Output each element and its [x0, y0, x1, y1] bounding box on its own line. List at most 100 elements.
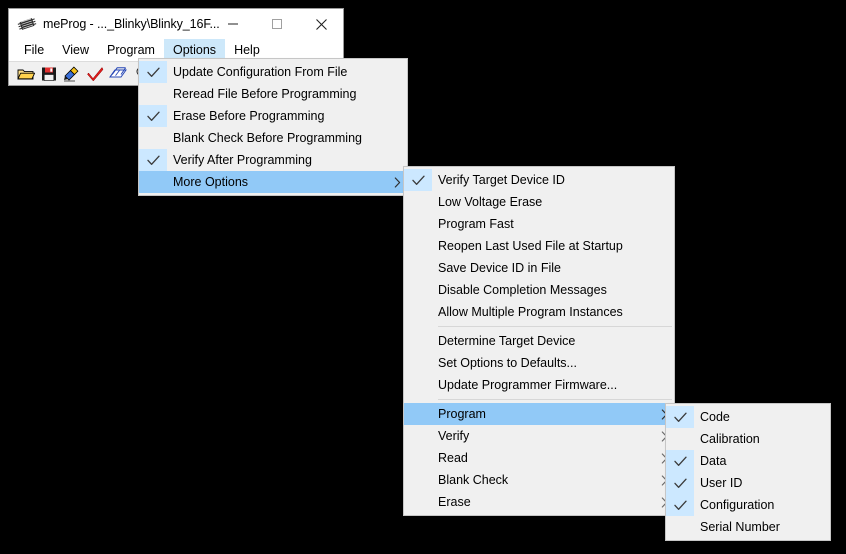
check-slot — [139, 171, 167, 193]
menubar-label: Help — [234, 43, 260, 57]
verify-icon[interactable] — [86, 65, 104, 83]
menu-item-reopen-last-used-file-at-startup[interactable]: Reopen Last Used File at Startup — [404, 235, 674, 257]
menubar-item-view[interactable]: View — [53, 39, 98, 61]
check-icon — [666, 450, 694, 472]
menu-item-determine-target-device[interactable]: Determine Target Device — [404, 330, 674, 352]
menu-item-label: Verify After Programming — [173, 153, 312, 167]
check-icon — [404, 169, 432, 191]
menu-item-label: Low Voltage Erase — [438, 195, 543, 209]
check-icon — [666, 406, 694, 428]
menu-separator — [438, 326, 672, 327]
check-slot — [666, 516, 694, 538]
save-file-icon[interactable] — [40, 65, 58, 83]
menu-item-update-configuration-from-file[interactable]: Update Configuration From File — [139, 61, 407, 83]
menu-item-label: Update Programmer Firmware... — [438, 378, 618, 392]
menu-item-label: Determine Target Device — [438, 334, 576, 348]
check-slot — [404, 235, 432, 257]
menu-item-label: Erase Before Programming — [173, 109, 325, 123]
menu-item-reread-file-before-programming[interactable]: Reread File Before Programming — [139, 83, 407, 105]
read-icon[interactable] — [109, 65, 127, 83]
menu-item-label: Set Options to Defaults... — [438, 356, 577, 370]
more-options-submenu: Verify Target Device ID Low Voltage Eras… — [403, 166, 675, 516]
menu-item-program-fast[interactable]: Program Fast — [404, 213, 674, 235]
menu-item-calibration[interactable]: Calibration — [666, 428, 830, 450]
menu-item-configuration[interactable]: Configuration — [666, 494, 830, 516]
title-bar: meProg - ..._Blinky\Blinky_16F... — [9, 9, 343, 39]
check-slot — [404, 374, 432, 396]
menu-item-label: Verify — [438, 429, 470, 443]
menu-separator — [438, 399, 672, 400]
menu-item-more-options[interactable]: More Options — [139, 171, 407, 193]
check-slot — [666, 428, 694, 450]
check-slot — [404, 257, 432, 279]
menu-item-disable-completion-messages[interactable]: Disable Completion Messages — [404, 279, 674, 301]
close-button[interactable] — [299, 9, 343, 39]
menu-item-erase-before-programming[interactable]: Erase Before Programming — [139, 105, 407, 127]
program-device-icon[interactable] — [63, 65, 81, 83]
check-slot — [404, 403, 432, 425]
menu-item-label: Erase — [438, 495, 471, 509]
menu-item-update-programmer-firmware[interactable]: Update Programmer Firmware... — [404, 374, 674, 396]
menu-item-user-id[interactable]: User ID — [666, 472, 830, 494]
chip-icon — [17, 14, 37, 34]
menubar-label: View — [62, 43, 90, 57]
menu-item-label: Data — [700, 454, 727, 468]
check-slot — [404, 425, 432, 447]
menu-item-blank-check-before-programming[interactable]: Blank Check Before Programming — [139, 127, 407, 149]
options-dropdown-menu: Update Configuration From File Reread Fi… — [138, 58, 408, 196]
check-slot — [404, 279, 432, 301]
menu-item-serial-number[interactable]: Serial Number — [666, 516, 830, 538]
check-slot — [139, 83, 167, 105]
menu-item-read[interactable]: Read — [404, 447, 674, 469]
menu-item-label: User ID — [700, 476, 743, 490]
check-slot — [404, 491, 432, 513]
check-slot — [404, 301, 432, 323]
window-title: meProg - ..._Blinky\Blinky_16F... — [43, 17, 220, 31]
check-icon — [666, 494, 694, 516]
menu-item-low-voltage-erase[interactable]: Low Voltage Erase — [404, 191, 674, 213]
menu-item-label: Calibration — [700, 432, 760, 446]
menubar-label: Options — [172, 43, 217, 57]
menu-item-label: Program — [438, 407, 486, 421]
menu-item-label: Save Device ID in File — [438, 261, 561, 275]
open-file-icon[interactable] — [17, 65, 35, 83]
minimize-button[interactable] — [211, 9, 255, 39]
menu-item-label: Disable Completion Messages — [438, 283, 607, 297]
menu-item-erase[interactable]: Erase — [404, 491, 674, 513]
menu-item-label: Reread File Before Programming — [173, 87, 357, 101]
menubar-label: Program — [107, 43, 155, 57]
menu-item-label: Blank Check Before Programming — [173, 131, 362, 145]
menu-item-verify[interactable]: Verify — [404, 425, 674, 447]
check-slot — [404, 352, 432, 374]
menu-item-verify-target-device-id[interactable]: Verify Target Device ID — [404, 169, 674, 191]
menu-item-code[interactable]: Code — [666, 406, 830, 428]
menubar-item-file[interactable]: File — [15, 39, 53, 61]
menu-item-label: More Options — [173, 175, 249, 189]
menu-item-program[interactable]: Program — [404, 403, 674, 425]
menu-item-label: Update Configuration From File — [173, 65, 348, 79]
window-controls — [211, 9, 343, 39]
menu-item-verify-after-programming[interactable]: Verify After Programming — [139, 149, 407, 171]
menubar-label: File — [24, 43, 45, 57]
menu-item-label: Read — [438, 451, 468, 465]
check-slot — [404, 213, 432, 235]
check-icon — [139, 105, 167, 127]
menu-item-allow-multiple-program-instances[interactable]: Allow Multiple Program Instances — [404, 301, 674, 323]
menu-item-set-options-to-defaults[interactable]: Set Options to Defaults... — [404, 352, 674, 374]
menu-item-blank-check[interactable]: Blank Check — [404, 469, 674, 491]
maximize-button[interactable] — [255, 9, 299, 39]
menu-item-save-device-id-in-file[interactable]: Save Device ID in File — [404, 257, 674, 279]
check-slot — [404, 469, 432, 491]
check-icon — [139, 149, 167, 171]
check-slot — [404, 191, 432, 213]
program-submenu: Code Calibration Data User ID Configurat… — [665, 403, 831, 541]
check-icon — [666, 472, 694, 494]
menu-item-label: Allow Multiple Program Instances — [438, 305, 623, 319]
menu-item-label: Configuration — [700, 498, 775, 512]
check-slot — [139, 127, 167, 149]
check-slot — [404, 330, 432, 352]
menu-item-label: Reopen Last Used File at Startup — [438, 239, 623, 253]
menu-item-label: Blank Check — [438, 473, 509, 487]
menu-item-data[interactable]: Data — [666, 450, 830, 472]
menu-item-label: Serial Number — [700, 520, 780, 534]
